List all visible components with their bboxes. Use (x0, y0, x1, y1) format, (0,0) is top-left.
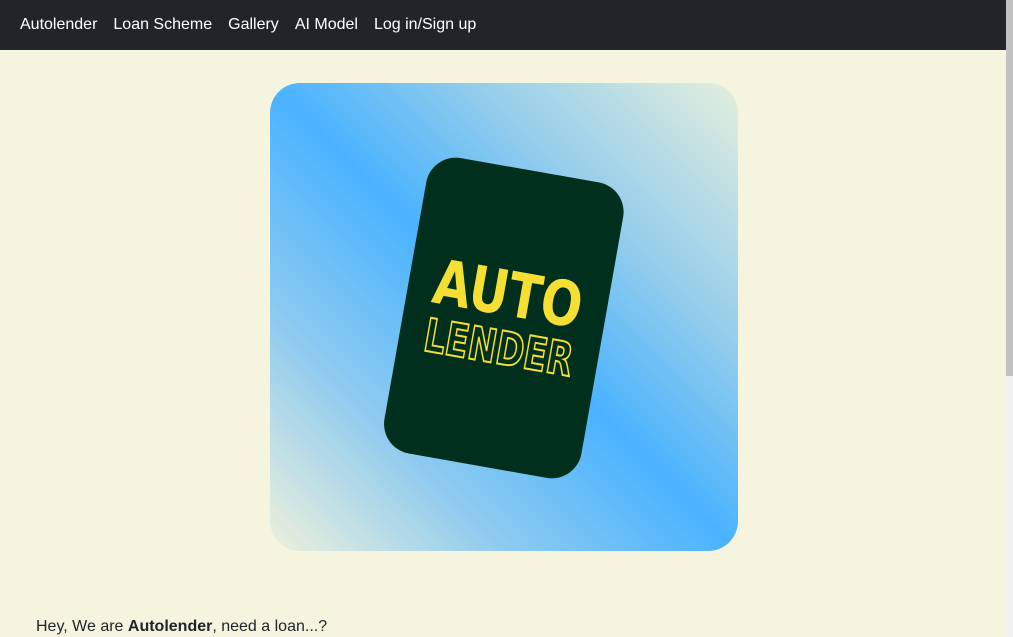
nav-link-gallery[interactable]: Gallery (228, 16, 279, 34)
top-navbar: Autolender Loan Scheme Gallery AI Model … (0, 0, 1006, 50)
intro-suffix: , need a loan...? (212, 618, 328, 635)
nav-link-login-signup[interactable]: Log in/Sign up (374, 16, 476, 34)
nav-brand-autolender[interactable]: Autolender (20, 16, 97, 34)
intro-prefix: Hey, We are (36, 618, 128, 635)
page-scrollbar-track[interactable] (1006, 0, 1013, 637)
intro-text: Hey, We are Autolender, need a loan...? (36, 618, 327, 636)
hero-logo-image: AUTO LENDER (270, 83, 738, 551)
nav-link-ai-model[interactable]: AI Model (295, 16, 358, 34)
intro-brand: Autolender (127, 618, 213, 635)
page-scrollbar-thumb[interactable] (1006, 0, 1013, 376)
nav-link-loan-scheme[interactable]: Loan Scheme (113, 16, 212, 34)
autolender-logo: AUTO LENDER (384, 157, 624, 479)
